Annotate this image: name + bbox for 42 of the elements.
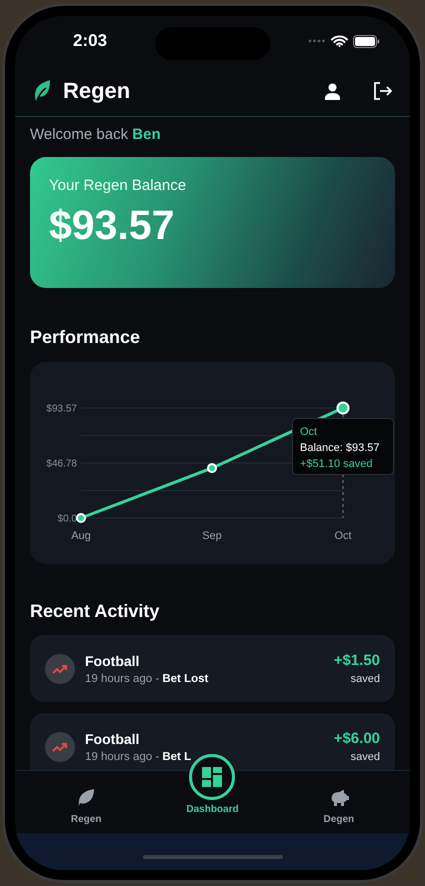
data-point[interactable]	[76, 513, 86, 523]
data-point[interactable]	[207, 463, 217, 474]
activity-card[interactable]: Football 19 hours ago - Bet Lost +$1.50 saved	[30, 635, 395, 702]
activity-card[interactable]: Football 19 hours ago - Bet L +$6.00 saved	[30, 713, 395, 770]
saved-label: saved	[350, 673, 380, 685]
balance-label: Your Regen Balance	[49, 177, 186, 194]
saved-label: saved	[350, 751, 380, 763]
saved-amount: +$1.50	[334, 652, 380, 669]
tooltip-saved: +$51.10 saved	[300, 457, 374, 471]
piggy-bank-icon	[328, 790, 349, 806]
trend-icon	[45, 654, 75, 684]
y-axis-label: $46.78	[46, 458, 77, 470]
tooltip-balance: Balance: $93.57	[300, 441, 381, 455]
tab-item[interactable]: Degen	[324, 771, 354, 833]
x-axis-label: Sep	[202, 530, 222, 542]
dashboard-icon	[202, 767, 222, 787]
status-time: 2:03	[73, 31, 108, 51]
activity-subtitle: 19 hours ago - Bet L	[85, 750, 192, 762]
y-axis-label: $93.57	[46, 404, 77, 414]
leaf-icon	[33, 80, 51, 102]
tab-item[interactable]: Regen	[70, 771, 102, 833]
x-axis-label: Aug	[71, 530, 91, 542]
balance-amount: $93.57	[49, 202, 174, 249]
x-axis-label: Oct	[334, 530, 352, 542]
activity-title: Football	[85, 652, 140, 668]
tooltip-month: Oct	[300, 425, 318, 439]
app-title: Regen	[63, 78, 130, 104]
leaf-icon	[77, 789, 96, 807]
trend-icon	[45, 732, 75, 762]
battery-icon	[353, 34, 380, 48]
y-axis-label: $0.0	[58, 514, 77, 524]
activity-subtitle: 19 hours ago - Bet Lost	[85, 672, 208, 684]
saved-amount: +$6.00	[334, 730, 380, 747]
logout-icon[interactable]	[373, 82, 392, 100]
data-point[interactable]	[336, 402, 350, 414]
section-title: Recent Activity	[30, 600, 160, 622]
section-title: Performance	[30, 326, 140, 348]
signal-icon	[308, 39, 326, 43]
wifi-icon	[331, 35, 348, 47]
activity-title: Football	[85, 730, 140, 746]
profile-icon[interactable]	[324, 82, 341, 100]
welcome-text: Welcome back Ben	[30, 125, 162, 145]
